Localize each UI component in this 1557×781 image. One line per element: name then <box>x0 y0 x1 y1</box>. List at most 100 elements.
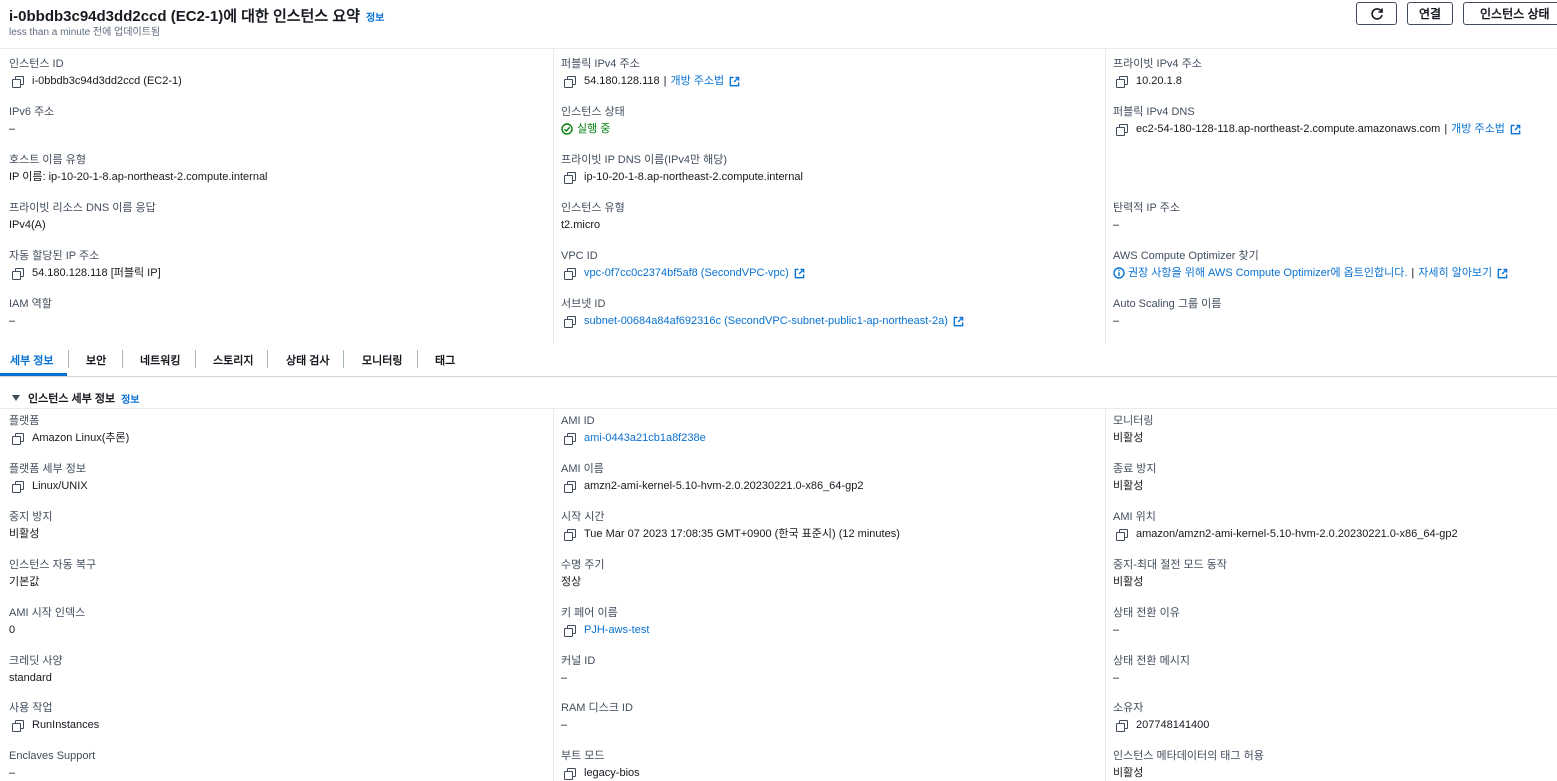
info-link[interactable]: 정보 <box>121 391 139 406</box>
refresh-button[interactable] <box>1356 2 1397 25</box>
ramdisk-field: RAM 디스크 ID – <box>561 701 1101 732</box>
tab-storage[interactable]: 스토리지 <box>213 352 253 368</box>
instance-details-header[interactable]: 인스턴스 세부 정보 정보 <box>12 390 139 406</box>
info-link[interactable]: 정보 <box>366 13 384 24</box>
field-label: 플랫폼 <box>9 415 40 427</box>
private-dns-field: 프라이빗 IP DNS 이름(IPv4만 해당) ip-10-20-1-8.ap… <box>561 153 1101 184</box>
learn-more-link[interactable]: 자세히 알아보기 <box>1418 266 1492 280</box>
tab-status-checks[interactable]: 상태 검사 <box>286 352 330 368</box>
instance-type-field: 인스턴스 유형 t2.micro <box>561 201 1101 232</box>
field-label: RAM 디스크 ID <box>561 702 633 714</box>
copy-icon[interactable] <box>12 267 24 280</box>
copy-icon[interactable] <box>564 767 576 780</box>
subnet-id-link[interactable]: subnet-00684a84af692316c (SecondVPC-subn… <box>584 314 948 328</box>
field-label: 퍼블릭 IPv4 DNS <box>1113 106 1195 118</box>
copy-icon[interactable] <box>12 480 24 493</box>
field-label: 자동 할당된 IP 주소 <box>9 250 100 262</box>
external-link-icon <box>1497 268 1508 278</box>
elastic-ip-field: 탄력적 IP 주소 – <box>1113 201 1553 232</box>
instance-type-value: t2.micro <box>561 219 601 231</box>
subnet-id-field: 서브넷 ID subnet-00684a84af692316c (SecondV… <box>561 297 1101 328</box>
public-ipv4-field: 퍼블릭 IPv4 주소 54.180.128.118 | 개방 주소법 <box>561 57 1101 88</box>
tab-security[interactable]: 보안 <box>86 352 106 368</box>
key-pair-link[interactable]: PJH-aws-test <box>584 623 649 637</box>
field-label: 인스턴스 메타데이터의 태그 허용 <box>1113 750 1264 762</box>
field-label: 상태 전환 이유 <box>1113 607 1180 619</box>
section-title: 인스턴스 세부 정보 <box>28 393 116 405</box>
open-address-link[interactable]: 개방 주소법 <box>1451 122 1505 136</box>
divider <box>553 48 554 344</box>
public-dns-value: ec2-54-180-128-118.ap-northeast-2.comput… <box>1136 123 1441 135</box>
field-label: 퍼블릭 IPv4 주소 <box>561 58 640 70</box>
asg-value: – <box>1113 315 1120 327</box>
field-label: AWS Compute Optimizer 찾기 <box>1113 250 1259 262</box>
metadata-tags-field: 인스턴스 메타데이터의 태그 허용 비활성 <box>1113 749 1553 780</box>
tab-separator <box>417 350 418 368</box>
lifecycle-field: 수명 주기 정상 <box>561 558 1101 589</box>
owner-field: 소유자 207748141400 <box>1113 701 1553 732</box>
vpc-id-link[interactable]: vpc-0f7cc0c2374bf5af8 (SecondVPC-vpc) <box>584 266 789 280</box>
ami-location-field: AMI 위치 amazon/amzn2-ami-kernel-5.10-hvm-… <box>1113 510 1553 541</box>
copy-icon[interactable] <box>12 75 24 88</box>
copy-icon[interactable] <box>564 480 576 493</box>
tab-networking[interactable]: 네트워킹 <box>140 352 180 368</box>
iam-role-value: – <box>9 315 16 327</box>
copy-icon[interactable] <box>1116 75 1128 88</box>
auto-recovery-field: 인스턴스 자동 복구 기본값 <box>9 558 549 589</box>
last-updated-text: less than a minute 전에 업데이트됨 <box>9 27 161 38</box>
field-label: 인스턴스 유형 <box>561 202 625 214</box>
refresh-icon <box>1370 7 1383 20</box>
tab-tags[interactable]: 태그 <box>435 352 455 368</box>
field-label: 프라이빗 리소스 DNS 이름 응답 <box>9 202 156 214</box>
field-label: 부트 모드 <box>561 750 605 762</box>
copy-icon[interactable] <box>564 75 576 88</box>
divider <box>1105 48 1106 344</box>
boot-mode-field: 부트 모드 legacy-bios <box>561 749 1101 780</box>
copy-icon[interactable] <box>564 528 576 541</box>
separator: | <box>663 75 667 87</box>
public-dns-field: 퍼블릭 IPv4 DNS ec2-54-180-128-118.ap-north… <box>1113 105 1553 136</box>
platform-value: Amazon Linux(추론) <box>32 432 130 444</box>
divider <box>553 408 554 781</box>
key-pair-field: 키 페어 이름 PJH-aws-test <box>561 606 1101 637</box>
ami-launch-index-value: 0 <box>9 624 16 636</box>
separator: | <box>1411 267 1415 279</box>
lifecycle-value: 정상 <box>561 576 582 588</box>
kernel-id-field: 커널 ID – <box>561 654 1101 685</box>
enclaves-value: – <box>9 767 16 779</box>
instance-id-field: 인스턴스 ID i-0bbdb3c94d3dd2ccd (EC2-1) <box>9 57 549 88</box>
connect-button[interactable]: 연결 <box>1407 2 1453 25</box>
optimizer-opt-in-link[interactable]: 권장 사항을 위해 AWS Compute Optimizer에 옵트인합니다. <box>1128 266 1407 280</box>
vpc-id-field: VPC ID vpc-0f7cc0c2374bf5af8 (SecondVPC-… <box>561 249 1101 280</box>
field-label: 탄력적 IP 주소 <box>1113 202 1180 214</box>
field-label: 키 페어 이름 <box>561 607 618 619</box>
copy-icon[interactable] <box>1116 719 1128 732</box>
stop-hibernate-value: 비활성 <box>1113 576 1144 588</box>
termination-field: 종료 방지 비활성 <box>1113 462 1553 493</box>
copy-icon[interactable] <box>564 171 576 184</box>
elastic-ip-value: – <box>1113 219 1120 231</box>
copy-icon[interactable] <box>1116 528 1128 541</box>
ami-location-value: amazon/amzn2-ami-kernel-5.10-hvm-2.0.202… <box>1136 528 1458 540</box>
copy-icon[interactable] <box>12 719 24 732</box>
field-label: 인스턴스 상태 <box>561 106 625 118</box>
open-address-link[interactable]: 개방 주소법 <box>671 74 725 88</box>
tab-monitoring[interactable]: 모니터링 <box>362 352 402 368</box>
copy-icon[interactable] <box>12 432 24 445</box>
field-label: 중지 방지 <box>9 511 53 523</box>
divider <box>0 408 1557 409</box>
ipv6-value: – <box>9 123 16 135</box>
divider <box>0 48 1557 49</box>
tab-details[interactable]: 세부 정보 <box>10 352 54 368</box>
ami-id-link[interactable]: ami-0443a21cb1a8f238e <box>584 431 706 445</box>
copy-icon[interactable] <box>564 624 576 637</box>
transition-message-field: 상태 전환 메시지 – <box>1113 654 1553 685</box>
copy-icon[interactable] <box>1116 123 1128 136</box>
copy-icon[interactable] <box>564 315 576 328</box>
copy-icon[interactable] <box>564 267 576 280</box>
launch-time-value: Tue Mar 07 2023 17:08:35 GMT+0900 (한국 표준… <box>584 528 900 540</box>
instance-state-dropdown[interactable]: 인스턴스 상태▼ <box>1463 2 1557 25</box>
field-label: 플랫폼 세부 정보 <box>9 463 86 475</box>
copy-icon[interactable] <box>564 432 576 445</box>
resource-dns-field: 프라이빗 리소스 DNS 이름 응답 IPv4(A) <box>9 201 549 232</box>
